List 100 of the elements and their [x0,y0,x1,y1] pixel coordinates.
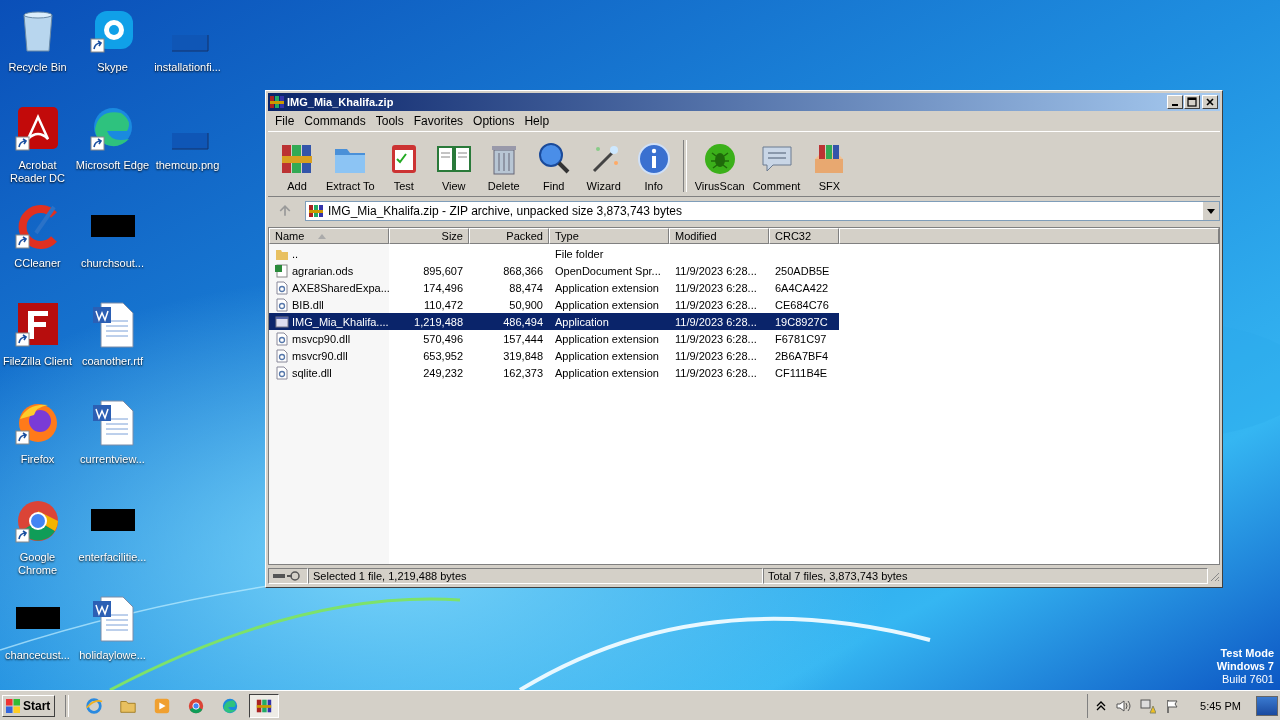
cell-text: Application extension [555,281,659,294]
cell-text: BIB.dll [292,298,324,311]
toolbar-button[interactable]: Wizard [578,141,629,192]
close-button[interactable] [1202,95,1218,109]
icon-label: chancecust... [4,649,71,662]
file-row[interactable]: sqlite.dll 249,232 162,373 Application extension 11/9/2023 6:28... CF111B4E [269,364,839,381]
menu-item[interactable]: Tools [370,114,409,128]
show-hidden-icons-icon[interactable] [1096,699,1107,712]
taskbar-app-icon[interactable] [249,693,280,718]
file-row[interactable]: msvcp90.dll 570,496 157,444 Application extension 11/9/2023 6:28... F6781C97 [269,330,839,347]
chrome-icon [187,696,206,715]
cell-text: 88,474 [509,281,543,294]
path-field[interactable]: IMG_Mia_Khalifa.zip - ZIP archive, unpacked size 3,873,743 bytes [305,201,1220,221]
file-row[interactable]: IMG_Mia_Khalifa.... 1,219,488 486,494 Application 11/9/2023 6:28... 19C8927C [269,313,839,330]
file-row[interactable]: BIB.dll 110,472 50,900 Application extension 11/9/2023 6:28... CE684C76 [269,296,839,313]
toolbar-button[interactable]: Comment [748,141,805,192]
gear-file-icon [275,280,289,295]
gear-file-icon [275,365,289,380]
toolbar-button[interactable]: View [428,141,479,192]
file-row[interactable]: AXE8SharedExpa... 174,496 88,474 Application extension 11/9/2023 6:28... 6A4CA422 [269,279,839,296]
cell-text: 11/9/2023 6:28... [675,315,757,328]
icon-label: Acrobat Reader DC [9,159,66,185]
cell-text: CE684C76 [775,298,829,311]
menu-item[interactable]: Help [519,114,555,128]
cell-text: File folder [555,247,604,260]
cell-text: 653,952 [423,349,463,362]
drive-icon [273,571,303,581]
toolbar-button[interactable]: Add [272,141,322,192]
cell-text: 868,366 [503,264,543,277]
toolbar-button[interactable]: Delete [478,141,529,192]
cell-text: 157,444 [503,332,543,345]
minimize-button[interactable] [1167,95,1183,109]
cell-text: 2B6A7BF4 [775,349,829,362]
ie-icon [85,696,104,715]
icon-label: enterfacilitie... [77,551,148,564]
gear-file-icon [275,348,289,363]
cell-text: .. [292,247,299,260]
cell-text: F6781C97 [775,332,827,345]
menu-item[interactable]: Options [468,114,520,128]
spreadsheet-icon [275,263,289,278]
icon-label: Google Chrome [16,551,59,577]
cell-text: 6A4CA422 [775,281,829,294]
cell-text: agrarian.ods [292,264,354,277]
os-info-text: Test Mode [1220,647,1274,660]
icon-label: currentview... [79,453,146,466]
icon-label: Skype [96,61,129,74]
cell-text: 486,494 [503,315,543,328]
cell-text: 250ADB5E [775,264,830,277]
column-header[interactable]: Modified [669,228,769,244]
cell-text: 11/9/2023 6:28... [675,281,757,294]
cell-text: Application extension [555,298,659,311]
icon-label: themcup.png [154,159,221,172]
file-row[interactable]: msvcr90.dll 653,952 319,848 Application extension 11/9/2023 6:28... 2B6A7BF4 [269,347,839,364]
start-button[interactable]: Start [2,694,56,717]
clock[interactable]: 5:45 PM [1200,699,1241,712]
play-icon [153,696,172,715]
cell-text: 11/9/2023 6:28... [675,366,757,379]
cell-text: Application [555,315,609,328]
toolbar-button[interactable]: SFX [804,141,855,192]
cell-text: 249,232 [423,366,463,379]
cell-text: 19C8927C [775,315,828,328]
info-icon [635,141,672,177]
cell-text: Application extension [555,366,659,379]
speaker-icon[interactable] [1115,697,1132,714]
cell-text: msvcr90.dll [292,349,348,362]
icon-label: CCleaner [13,257,62,270]
cell-text: 50,900 [509,298,543,311]
cell-text: 319,848 [503,349,543,362]
toolbar-button[interactable]: Extract To [322,141,379,192]
maximize-button[interactable] [1184,95,1200,109]
cell-text: 11/9/2023 6:28... [675,264,757,277]
toolbar-button[interactable]: Find [528,141,579,192]
cell-text: 11/9/2023 6:28... [675,332,757,345]
column-header[interactable]: Packed [469,228,549,244]
column-header[interactable]: CRC32 [769,228,839,244]
column-header[interactable]: Size [389,228,469,244]
resize-grip-icon [1208,570,1220,582]
show-desktop-button[interactable] [1256,695,1278,716]
menu-item[interactable]: Commands [299,114,371,128]
file-row[interactable]: .. File folder [269,245,839,262]
toolbar-button[interactable]: VirusScan [690,141,749,192]
cell-text: 570,496 [423,332,463,345]
toolbar-button[interactable]: Test [378,141,429,192]
cell-text: 11/9/2023 6:28... [675,349,757,362]
column-header[interactable]: Type [549,228,669,244]
cell-text: 110,472 [424,298,463,311]
cell-text: 11/9/2023 6:28... [675,298,757,311]
icon-label: coanother.rtf [80,355,145,368]
cell-text: 162,373 [503,366,543,379]
file-row[interactable]: agrarian.ods 895,607 868,366 OpenDocument Spr... 11/9/2023 6:28... 250ADB5E [269,262,839,279]
toolbar-button[interactable]: Info [628,141,679,192]
icon-label: installationfi... [153,61,222,74]
menu-item[interactable]: Favorites [408,114,469,128]
menu-item[interactable]: File [270,114,300,128]
column-header[interactable]: Name [269,228,389,244]
edge-icon [221,696,240,715]
cell-text: AXE8SharedExpa... [292,281,390,294]
gear-file-icon [275,331,289,346]
caret-icon[interactable] [1207,208,1215,214]
windows-logo-icon [5,697,21,714]
